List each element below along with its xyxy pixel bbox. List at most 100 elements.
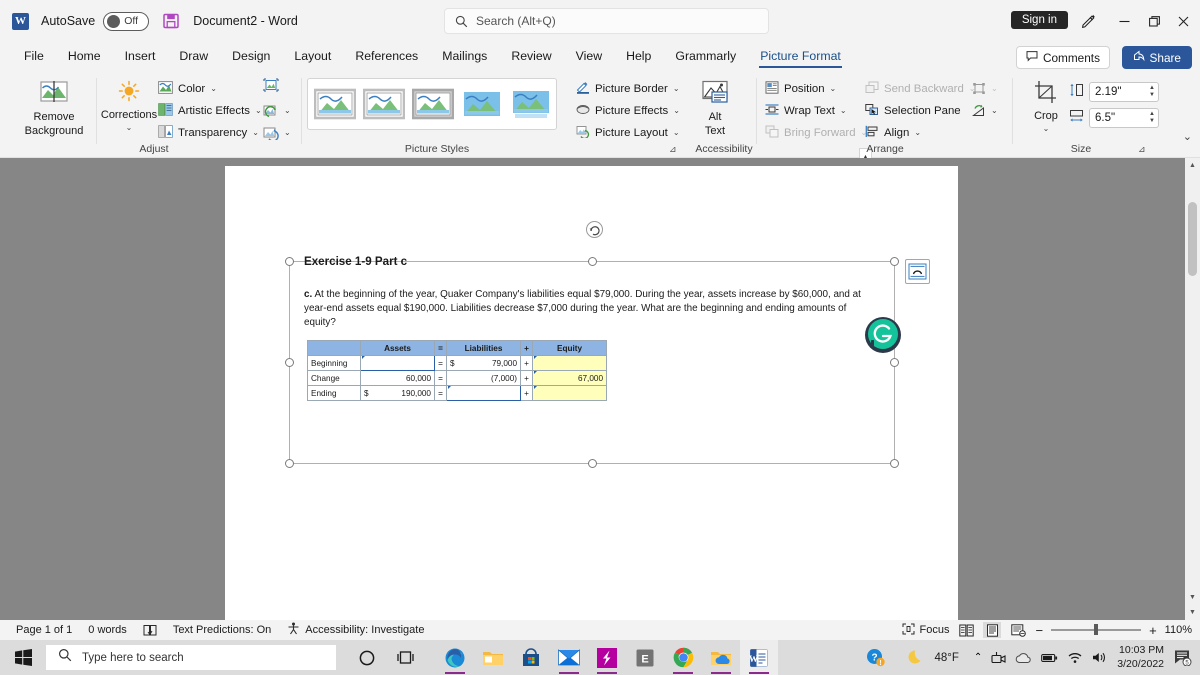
chevron-down-icon[interactable]: ⌄	[126, 123, 133, 133]
camera-icon[interactable]	[991, 651, 1006, 665]
cell-change-assets[interactable]: 60,000	[360, 370, 435, 386]
tab-draw[interactable]: Draw	[168, 45, 219, 67]
chevron-down-icon[interactable]: ⌄	[914, 128, 921, 137]
scroll-up-icon[interactable]: ▲	[1185, 158, 1200, 173]
moon-icon[interactable]	[908, 649, 925, 666]
cell-ending-equity[interactable]	[532, 385, 607, 401]
tab-picture-format[interactable]: Picture Format	[749, 45, 852, 68]
chevron-down-icon[interactable]: ⌄	[252, 128, 259, 137]
tab-help[interactable]: Help	[615, 45, 662, 67]
cortana-icon[interactable]	[348, 640, 386, 675]
spinner-arrows[interactable]: ▲ ▼	[1149, 111, 1155, 125]
clock[interactable]: 10:03 PM 3/20/2022	[1117, 644, 1164, 670]
zoom-in-icon[interactable]: +	[1149, 623, 1157, 638]
search-input[interactable]: Search (Alt+Q)	[444, 8, 769, 34]
layout-options-icon[interactable]	[905, 259, 930, 284]
resize-handle-s[interactable]	[588, 459, 597, 468]
tab-design[interactable]: Design	[221, 45, 281, 67]
reset-picture-button[interactable]: ⌄	[263, 122, 291, 143]
chevron-down-icon[interactable]: ⌄	[255, 106, 262, 115]
cell-change-liabilities[interactable]: (7,000)	[446, 370, 521, 386]
microsoft-store-icon[interactable]	[512, 640, 550, 675]
resize-handle-e[interactable]	[890, 358, 899, 367]
excel-icon[interactable]: E	[626, 640, 664, 675]
battery-icon[interactable]	[1041, 652, 1058, 664]
save-icon[interactable]	[162, 12, 180, 30]
cell-beginning-equity[interactable]	[532, 355, 607, 371]
sharex-icon[interactable]	[588, 640, 626, 675]
corrections-button[interactable]: Corrections ⌄	[101, 80, 157, 133]
share-button[interactable]: Share	[1121, 46, 1192, 69]
scrollbar-thumb[interactable]	[1188, 202, 1197, 276]
pen-icon[interactable]	[1076, 10, 1100, 32]
accessibility-status[interactable]: Accessibility: Investigate	[287, 622, 424, 638]
print-layout-icon[interactable]	[983, 622, 1002, 638]
transparency-button[interactable]: Transparency ⌄	[158, 122, 259, 143]
text-predictions-status[interactable]: Text Predictions: On	[173, 624, 271, 636]
minimize-icon[interactable]	[1112, 10, 1136, 32]
picture-style-thumb[interactable]	[313, 88, 357, 120]
volume-icon[interactable]	[1092, 651, 1108, 664]
picture-style-thumb[interactable]	[510, 88, 552, 120]
close-icon[interactable]	[1171, 10, 1195, 32]
vertical-scrollbar[interactable]: ▲ ▼ ▼	[1185, 158, 1200, 620]
picture-effects-button[interactable]: Picture Effects ⌄	[576, 100, 680, 121]
show-hidden-icons-icon[interactable]: ⌃	[974, 652, 982, 663]
cell-ending-assets[interactable]: $ 190,000	[360, 385, 435, 401]
chevron-down-icon[interactable]: ⌄	[840, 106, 847, 115]
windows-start-icon[interactable]	[0, 649, 46, 666]
compress-pictures-button[interactable]	[263, 78, 279, 97]
accounting-table[interactable]: Assets = Liabilities + Equity Beginning …	[307, 340, 607, 401]
resize-handle-nw[interactable]	[285, 257, 294, 266]
zoom-slider-knob[interactable]	[1094, 624, 1099, 636]
cell-change-equity[interactable]: 67,000	[532, 370, 607, 386]
mail-icon[interactable]	[550, 640, 588, 675]
selection-pane-button[interactable]: Selection Pane	[865, 100, 961, 121]
help-notification-icon[interactable]: ? !	[866, 648, 886, 667]
file-explorer-icon[interactable]	[474, 640, 512, 675]
picture-style-thumb[interactable]	[362, 88, 406, 120]
page-info[interactable]: Page 1 of 1	[16, 624, 72, 636]
tab-view[interactable]: View	[565, 45, 613, 67]
tab-grammarly[interactable]: Grammarly	[664, 45, 747, 67]
picture-border-button[interactable]: Picture Border ⌄	[576, 78, 680, 99]
shape-height-input[interactable]: 2.19" ▲ ▼	[1089, 82, 1159, 102]
alt-text-button[interactable]: Alt Text	[686, 80, 744, 138]
picture-layout-button[interactable]: Picture Layout ⌄	[576, 122, 680, 143]
position-button[interactable]: Position ⌄	[765, 78, 836, 99]
artistic-effects-button[interactable]: Artistic Effects ⌄	[158, 100, 262, 121]
tab-file[interactable]: File	[13, 45, 55, 67]
change-picture-button[interactable]: ⌄	[263, 100, 291, 121]
scroll-down-icon[interactable]: ▼	[1185, 590, 1200, 605]
taskbar-search-input[interactable]: Type here to search	[46, 645, 336, 670]
next-page-icon[interactable]: ▼	[1185, 605, 1200, 620]
picture-style-thumb[interactable]	[411, 88, 455, 120]
picture-styles-gallery[interactable]	[307, 78, 557, 130]
picture-style-thumb[interactable]	[461, 88, 503, 120]
chevron-down-icon[interactable]: ⌄	[1043, 124, 1050, 134]
dialog-launcher-icon[interactable]: ⊿	[669, 144, 677, 155]
focus-button[interactable]: Focus	[902, 623, 949, 638]
rotate-handle-icon[interactable]	[586, 221, 603, 238]
align-button[interactable]: Align ⌄	[865, 122, 921, 143]
temperature[interactable]: 48°F	[934, 652, 958, 664]
zoom-out-icon[interactable]: −	[1035, 623, 1043, 638]
restore-icon[interactable]	[1142, 10, 1166, 32]
tab-references[interactable]: References	[344, 45, 429, 67]
tab-insert[interactable]: Insert	[114, 45, 167, 67]
comments-button[interactable]: Comments	[1015, 46, 1110, 69]
edge-icon[interactable]	[436, 640, 474, 675]
onedrive-folder-icon[interactable]	[702, 640, 740, 675]
collapse-ribbon-icon[interactable]: ⌄	[1183, 130, 1192, 143]
task-view-icon[interactable]	[386, 640, 424, 675]
cell-beginning-assets[interactable]	[360, 355, 435, 371]
tab-layout[interactable]: Layout	[283, 45, 342, 67]
tab-mailings[interactable]: Mailings	[431, 45, 498, 67]
chevron-down-icon[interactable]: ⌄	[210, 84, 217, 93]
chevron-down-icon[interactable]: ⌄	[830, 84, 837, 93]
cell-ending-liabilities[interactable]	[446, 385, 521, 401]
wrap-text-button[interactable]: Wrap Text ⌄	[765, 100, 847, 121]
proofing-icon[interactable]	[143, 624, 157, 637]
read-mode-icon[interactable]	[957, 622, 975, 638]
notifications-icon[interactable]: 5	[1174, 649, 1192, 666]
